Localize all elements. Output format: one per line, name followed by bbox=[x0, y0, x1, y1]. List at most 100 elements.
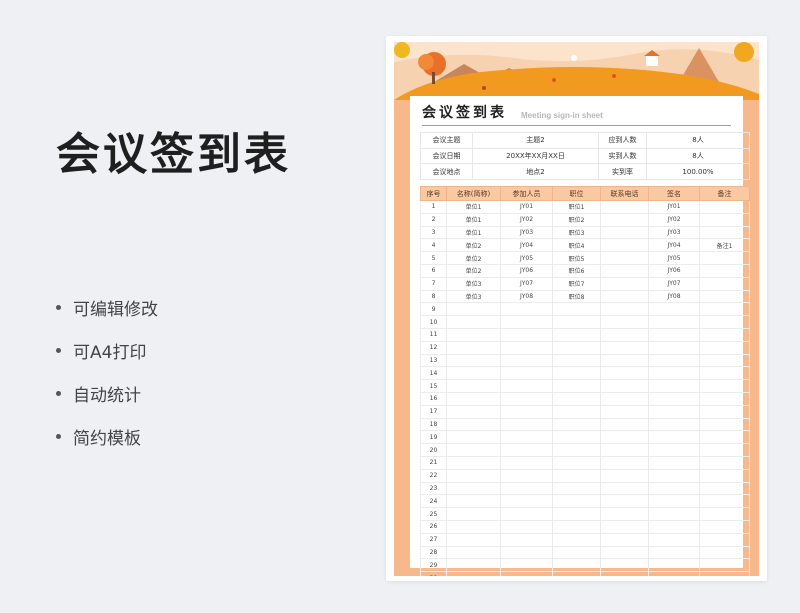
table-cell[interactable] bbox=[500, 545, 553, 560]
table-cell[interactable] bbox=[446, 404, 501, 419]
table-cell[interactable]: 27 bbox=[420, 532, 447, 547]
table-cell[interactable] bbox=[500, 391, 553, 406]
table-cell[interactable] bbox=[648, 558, 700, 573]
table-cell[interactable] bbox=[500, 558, 553, 573]
table-cell[interactable] bbox=[699, 455, 750, 470]
table-cell[interactable] bbox=[600, 340, 649, 355]
table-cell[interactable] bbox=[699, 212, 750, 227]
table-cell[interactable] bbox=[699, 327, 750, 342]
table-cell[interactable] bbox=[648, 532, 700, 547]
table-cell[interactable] bbox=[500, 404, 553, 419]
table-cell[interactable] bbox=[699, 417, 750, 432]
table-cell[interactable] bbox=[699, 366, 750, 381]
table-cell[interactable] bbox=[699, 507, 750, 521]
table-cell[interactable] bbox=[648, 391, 700, 406]
table-cell[interactable] bbox=[699, 251, 750, 265]
table-cell[interactable] bbox=[699, 558, 750, 573]
table-cell[interactable]: 18 bbox=[420, 417, 447, 432]
info-value[interactable]: 8人 bbox=[646, 132, 750, 149]
table-cell[interactable] bbox=[446, 494, 501, 509]
table-cell[interactable] bbox=[699, 391, 750, 406]
table-cell[interactable] bbox=[552, 340, 601, 355]
table-cell[interactable]: 职位2 bbox=[552, 212, 601, 227]
table-cell[interactable] bbox=[699, 289, 750, 304]
table-cell[interactable]: 21 bbox=[420, 455, 447, 470]
table-cell[interactable]: 23 bbox=[420, 481, 447, 496]
table-cell[interactable] bbox=[600, 263, 649, 278]
table-cell[interactable] bbox=[552, 455, 601, 470]
table-cell[interactable]: 26 bbox=[420, 519, 447, 534]
table-cell[interactable] bbox=[552, 302, 601, 317]
table-cell[interactable] bbox=[600, 430, 649, 445]
table-cell[interactable]: 单位3 bbox=[446, 276, 501, 291]
table-cell[interactable]: JY02 bbox=[500, 212, 553, 227]
table-cell[interactable] bbox=[446, 340, 501, 355]
table-cell[interactable]: 单位3 bbox=[446, 289, 501, 304]
table-cell[interactable] bbox=[600, 532, 649, 547]
info-value[interactable]: 20XX年XX月XX日 bbox=[472, 147, 599, 165]
table-cell[interactable] bbox=[648, 430, 700, 445]
table-cell[interactable]: JY02 bbox=[648, 212, 700, 227]
table-cell[interactable] bbox=[600, 417, 649, 432]
table-cell[interactable] bbox=[600, 507, 649, 521]
table-cell[interactable] bbox=[600, 200, 649, 214]
table-cell[interactable] bbox=[500, 519, 553, 534]
table-cell[interactable] bbox=[699, 545, 750, 560]
table-cell[interactable]: 单位2 bbox=[446, 251, 501, 265]
table-cell[interactable] bbox=[446, 519, 501, 534]
table-cell[interactable] bbox=[500, 571, 553, 576]
table-cell[interactable]: 25 bbox=[420, 507, 447, 521]
table-cell[interactable] bbox=[699, 443, 750, 457]
table-cell[interactable]: 30 bbox=[420, 571, 447, 576]
table-cell[interactable] bbox=[552, 443, 601, 457]
table-cell[interactable]: JY05 bbox=[648, 251, 700, 265]
table-cell[interactable] bbox=[552, 507, 601, 521]
table-cell[interactable] bbox=[552, 327, 601, 342]
table-cell[interactable]: 6 bbox=[420, 263, 447, 278]
table-cell[interactable] bbox=[699, 519, 750, 534]
table-cell[interactable] bbox=[552, 532, 601, 547]
table-cell[interactable] bbox=[699, 571, 750, 576]
table-cell[interactable] bbox=[600, 404, 649, 419]
table-cell[interactable]: 职位8 bbox=[552, 289, 601, 304]
table-cell[interactable]: 11 bbox=[420, 327, 447, 342]
table-cell[interactable] bbox=[600, 212, 649, 227]
table-cell[interactable]: 1 bbox=[420, 200, 447, 214]
table-cell[interactable] bbox=[446, 455, 501, 470]
table-cell[interactable] bbox=[699, 481, 750, 496]
table-cell[interactable] bbox=[600, 379, 649, 393]
table-cell[interactable]: 9 bbox=[420, 302, 447, 317]
table-cell[interactable] bbox=[446, 507, 501, 521]
table-cell[interactable] bbox=[552, 481, 601, 496]
table-cell[interactable] bbox=[500, 353, 553, 368]
table-cell[interactable] bbox=[648, 366, 700, 381]
table-cell[interactable] bbox=[446, 558, 501, 573]
table-cell[interactable] bbox=[648, 494, 700, 509]
table-cell[interactable]: 10 bbox=[420, 315, 447, 329]
table-cell[interactable] bbox=[600, 302, 649, 317]
table-cell[interactable] bbox=[500, 366, 553, 381]
table-cell[interactable] bbox=[600, 443, 649, 457]
table-cell[interactable] bbox=[648, 545, 700, 560]
table-cell[interactable] bbox=[648, 519, 700, 534]
table-cell[interactable] bbox=[500, 507, 553, 521]
table-cell[interactable] bbox=[699, 532, 750, 547]
table-cell[interactable] bbox=[500, 468, 553, 483]
table-cell[interactable]: 职位7 bbox=[552, 276, 601, 291]
table-cell[interactable]: 7 bbox=[420, 276, 447, 291]
table-cell[interactable] bbox=[446, 379, 501, 393]
sheet-preview[interactable]: 会议签到表 Meeting sign-in sheet 会议主题 主题2 应到人… bbox=[386, 36, 767, 581]
table-cell[interactable] bbox=[648, 327, 700, 342]
table-cell[interactable] bbox=[600, 327, 649, 342]
table-cell[interactable]: 12 bbox=[420, 340, 447, 355]
table-cell[interactable] bbox=[552, 468, 601, 483]
table-cell[interactable] bbox=[446, 468, 501, 483]
table-cell[interactable]: JY04 bbox=[648, 238, 700, 253]
table-cell[interactable] bbox=[600, 494, 649, 509]
table-cell[interactable]: JY07 bbox=[648, 276, 700, 291]
table-cell[interactable]: 16 bbox=[420, 391, 447, 406]
table-cell[interactable] bbox=[648, 455, 700, 470]
table-cell[interactable] bbox=[552, 391, 601, 406]
table-cell[interactable] bbox=[552, 315, 601, 329]
table-cell[interactable]: 单位1 bbox=[446, 212, 501, 227]
